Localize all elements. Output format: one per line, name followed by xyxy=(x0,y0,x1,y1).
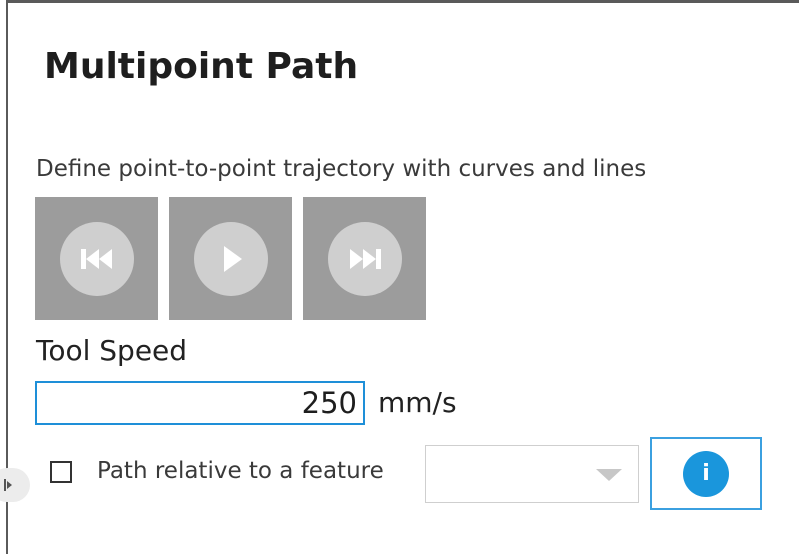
multipoint-path-panel: Multipoint Path Define point-to-point tr… xyxy=(0,0,799,554)
skip-back-icon xyxy=(59,221,134,296)
feature-checkbox[interactable] xyxy=(50,461,72,483)
top-border xyxy=(0,0,799,3)
tool-speed-input[interactable] xyxy=(35,381,365,425)
tool-speed-label: Tool Speed xyxy=(36,334,188,367)
skip-forward-icon xyxy=(327,221,402,296)
tool-speed-unit: mm/s xyxy=(378,386,457,419)
info-button[interactable]: i xyxy=(650,437,762,510)
side-panel-toggle[interactable] xyxy=(0,468,30,502)
chevron-right-icon xyxy=(4,479,12,491)
feature-checkbox-label: Path relative to a feature xyxy=(97,458,384,484)
feature-select[interactable] xyxy=(425,445,639,503)
page-title: Multipoint Path xyxy=(44,46,359,87)
previous-button[interactable] xyxy=(35,197,158,320)
info-icon: i xyxy=(683,450,729,497)
next-button[interactable] xyxy=(303,197,426,320)
play-button[interactable] xyxy=(169,197,292,320)
chevron-down-icon xyxy=(596,469,622,481)
play-icon xyxy=(193,221,268,296)
page-description: Define point-to-point trajectory with cu… xyxy=(36,156,647,182)
playback-controls xyxy=(35,197,426,320)
